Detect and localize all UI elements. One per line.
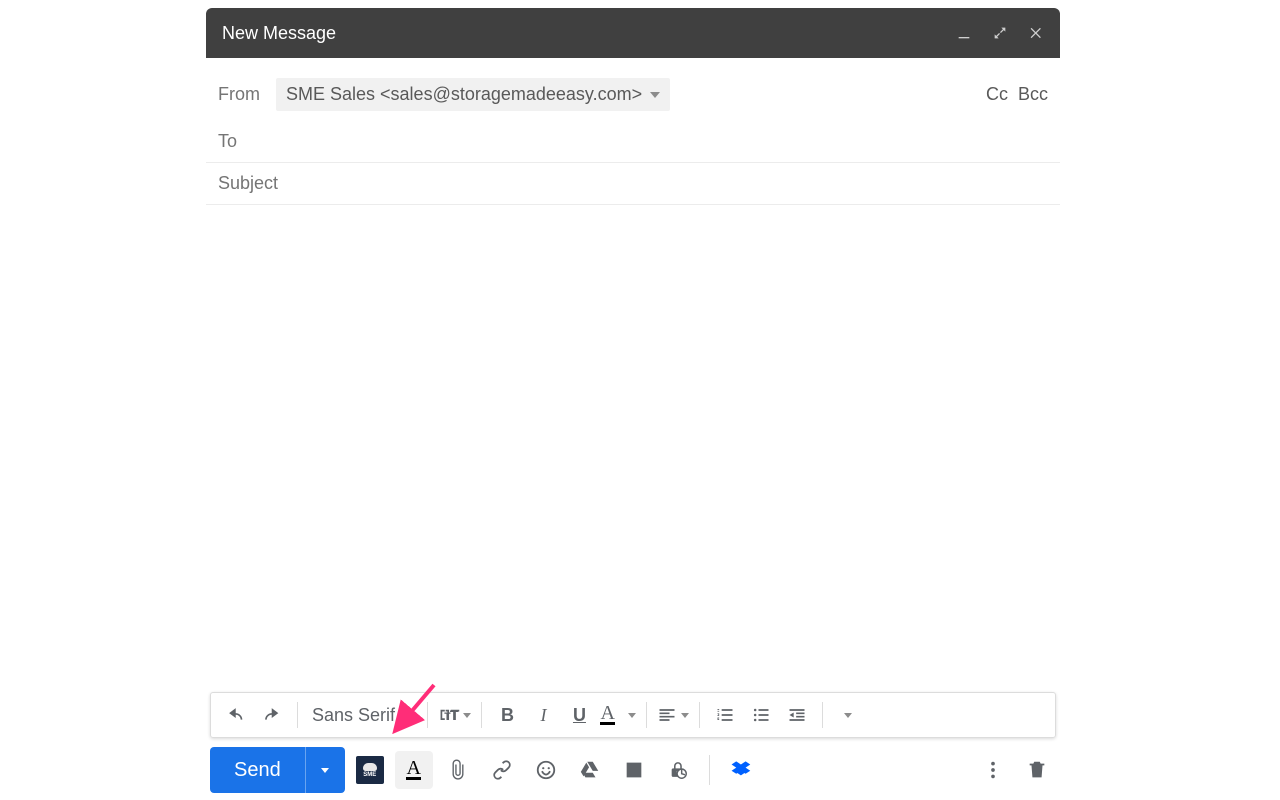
bottom-toolbar: Send SME A <box>206 744 1060 798</box>
insert-drive-button[interactable] <box>571 751 609 789</box>
chevron-down-icon <box>321 768 329 773</box>
formatting-toolbar: Sans Serif ᴛT B I U A <box>210 692 1056 738</box>
header-fields: From SME Sales <sales@storagemadeeasy.co… <box>206 58 1060 205</box>
send-button-group: Send <box>210 747 345 793</box>
fullscreen-icon[interactable] <box>992 25 1008 41</box>
chevron-down-icon <box>844 713 852 718</box>
window-title: New Message <box>222 23 956 44</box>
bcc-button[interactable]: Bcc <box>1018 84 1048 105</box>
chevron-down-icon <box>681 713 689 718</box>
discard-draft-button[interactable] <box>1018 751 1056 789</box>
send-options-button[interactable] <box>305 747 345 793</box>
close-icon[interactable] <box>1028 25 1044 41</box>
titlebar: New Message <box>206 8 1060 58</box>
message-body[interactable] <box>206 205 1060 692</box>
from-value: SME Sales <sales@storagemadeeasy.com> <box>286 84 642 105</box>
to-label: To <box>218 131 276 152</box>
sme-extension-button[interactable]: SME <box>351 751 389 789</box>
sme-icon: SME <box>356 756 384 784</box>
subject-label: Subject <box>218 173 278 194</box>
insert-photo-button[interactable] <box>615 751 653 789</box>
insert-link-button[interactable] <box>483 751 521 789</box>
cc-button[interactable]: Cc <box>986 84 1008 105</box>
send-button[interactable]: Send <box>210 747 305 793</box>
from-row: From SME Sales <sales@storagemadeeasy.co… <box>206 68 1060 121</box>
from-label: From <box>218 84 276 105</box>
bold-button[interactable]: B <box>490 698 524 732</box>
text-color-button[interactable]: A <box>598 698 637 732</box>
dropbox-button[interactable] <box>722 751 760 789</box>
insert-emoji-button[interactable] <box>527 751 565 789</box>
more-options-button[interactable] <box>974 751 1012 789</box>
redo-button[interactable] <box>255 698 289 732</box>
chevron-down-icon <box>628 713 636 718</box>
confidential-mode-button[interactable] <box>659 751 697 789</box>
indent-less-button[interactable] <box>780 698 814 732</box>
font-family-selector[interactable]: Sans Serif <box>306 705 419 726</box>
titlebar-actions <box>956 25 1044 41</box>
numbered-list-button[interactable] <box>708 698 742 732</box>
chevron-down-icon <box>650 92 660 98</box>
formatting-toggle-button[interactable]: A <box>395 751 433 789</box>
attach-file-button[interactable] <box>439 751 477 789</box>
italic-button[interactable]: I <box>526 698 560 732</box>
chevron-down-icon <box>405 713 413 718</box>
bullet-list-button[interactable] <box>744 698 778 732</box>
chevron-down-icon <box>463 713 471 718</box>
underline-button[interactable]: U <box>562 698 596 732</box>
subject-row[interactable]: Subject <box>206 163 1060 205</box>
align-button[interactable] <box>655 698 691 732</box>
minimize-icon[interactable] <box>956 25 972 41</box>
undo-button[interactable] <box>219 698 253 732</box>
more-formatting-button[interactable] <box>831 698 865 732</box>
font-size-selector[interactable]: ᴛT <box>436 698 473 732</box>
to-row[interactable]: To <box>206 121 1060 163</box>
font-label: Sans Serif <box>312 705 395 726</box>
compose-window: New Message From SME Sales <sales@storag… <box>206 8 1060 798</box>
from-selector[interactable]: SME Sales <sales@storagemadeeasy.com> <box>276 78 670 111</box>
